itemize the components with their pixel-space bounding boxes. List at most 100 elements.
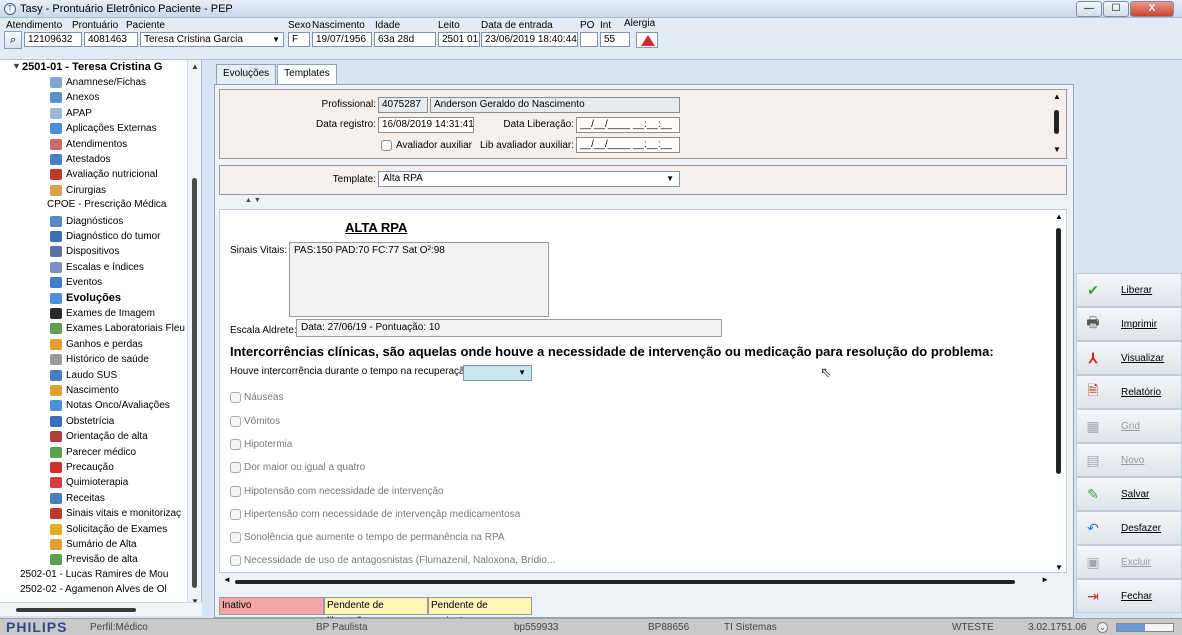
search-patient-button[interactable]: ⌕ bbox=[4, 31, 22, 49]
tree-item-11[interactable]: Diagnóstico do tumor bbox=[50, 230, 161, 243]
option-sonolencia[interactable]: Sonolência que aumente o tempo de perman… bbox=[230, 532, 505, 543]
option-hipotensao[interactable]: Hipotensão com necessidade de intervençã… bbox=[230, 486, 444, 497]
scroll-right-icon[interactable]: ► bbox=[1041, 575, 1049, 584]
option-nauseas[interactable]: Náuseas bbox=[230, 392, 283, 403]
excluir-button[interactable]: ▣ Excluir bbox=[1076, 545, 1182, 579]
lib-avaliador-field[interactable]: __/__/____ __:__:__ bbox=[576, 137, 680, 153]
option-antagonistas[interactable]: Necessidade de uso de antagosnistas (Flu… bbox=[230, 555, 555, 566]
scroll-up-icon[interactable]: ▲ bbox=[1053, 92, 1061, 101]
option-hipertensao[interactable]: Hipertensão com necessidade de intervenç… bbox=[230, 509, 520, 520]
tree-item-32[interactable]: Previsão de alta bbox=[50, 553, 138, 566]
tree-item-13[interactable]: Escalas e índices bbox=[50, 261, 144, 274]
tree-item-25[interactable]: Parecer médico bbox=[50, 446, 136, 459]
tree-item-14[interactable]: Eventos bbox=[50, 276, 102, 289]
checkbox[interactable] bbox=[230, 532, 241, 543]
tree-item-27[interactable]: Quimioterapia bbox=[50, 476, 128, 489]
document-horizontal-scrollbar[interactable]: ◄ ► bbox=[219, 575, 1067, 588]
profissional-code-field[interactable]: 4075287 bbox=[378, 97, 428, 113]
option-dor[interactable]: Dor maior ou igual a quatro bbox=[230, 462, 365, 473]
aldrete-field[interactable]: Data: 27/06/19 - Pontuação: 10 bbox=[296, 319, 722, 337]
tree-item-1[interactable]: Anamnese/Fichas bbox=[50, 76, 146, 89]
scroll-up-icon[interactable]: ▲ bbox=[1055, 212, 1063, 221]
tree-collapse-icon[interactable]: ▼ bbox=[12, 61, 21, 71]
tree-item-19[interactable]: Histórico de saúde bbox=[50, 353, 149, 366]
grid-button[interactable]: ▦ Grid bbox=[1076, 409, 1182, 443]
tree-item-5[interactable]: Atendimentos bbox=[50, 138, 127, 151]
option-hipotermia[interactable]: Hipotermia bbox=[230, 439, 292, 450]
template-select[interactable]: Alta RPA ▼ bbox=[378, 171, 680, 187]
checkbox[interactable] bbox=[230, 416, 241, 427]
scrollbar-thumb[interactable] bbox=[1056, 228, 1061, 474]
tree-item-15[interactable]: Evoluções bbox=[50, 292, 121, 305]
checkbox[interactable] bbox=[230, 486, 241, 497]
intercorrencia-select[interactable]: ▼ bbox=[463, 365, 532, 381]
tree-item-29[interactable]: Sinais vitais e monitorizaç bbox=[50, 507, 181, 520]
panel-splitter[interactable]: ▲ ▼ bbox=[219, 197, 1067, 208]
scroll-down-icon[interactable]: ▼ bbox=[1055, 563, 1063, 572]
tree-horizontal-scrollbar[interactable] bbox=[0, 602, 202, 616]
tree-item-8[interactable]: Cirurgias bbox=[50, 184, 106, 197]
scroll-left-icon[interactable]: ◄ bbox=[223, 575, 231, 584]
avaliador-auxiliar-checkbox[interactable] bbox=[381, 140, 392, 151]
tree-item-18[interactable]: Ganhos e perdas bbox=[50, 338, 143, 351]
liberar-button[interactable]: ✔ Liberar bbox=[1076, 273, 1182, 307]
tree-item-7[interactable]: Avaliação nutricional bbox=[50, 168, 158, 181]
document-vertical-scrollbar[interactable]: ▲ ▼ bbox=[1052, 210, 1066, 572]
vitals-textarea[interactable]: PAS:150 PAD:70 FC:77 Sat O²:98 bbox=[289, 242, 549, 317]
tree-item-21[interactable]: Nascimento bbox=[50, 384, 119, 397]
data-liberacao-field[interactable]: __/__/____ __:__:__ bbox=[576, 117, 680, 133]
imprimir-button[interactable]: 🖶 Imprimir bbox=[1076, 307, 1182, 341]
checkbox[interactable] bbox=[230, 462, 241, 473]
tree-item-16[interactable]: Exames de Imagem bbox=[50, 307, 155, 320]
tree-item-2[interactable]: Anexos bbox=[50, 91, 99, 104]
allergy-warning-icon[interactable] bbox=[636, 32, 658, 48]
tab-evolucoes[interactable]: Evoluções bbox=[216, 64, 277, 84]
tree-item-26[interactable]: Precaução bbox=[50, 461, 114, 474]
fechar-button[interactable]: ⇥ Fechar bbox=[1076, 579, 1182, 613]
tree-item-31[interactable]: Sumário de Alta bbox=[50, 538, 137, 551]
tree-item-23[interactable]: Obstetrícia bbox=[50, 415, 114, 428]
paciente-field[interactable]: Teresa Cristina Garcia ▼ bbox=[140, 32, 284, 47]
tree-item-3[interactable]: APAP bbox=[50, 107, 92, 120]
tree-item-10[interactable]: Diagnósticos bbox=[50, 215, 123, 228]
novo-button[interactable]: ▤ Novo bbox=[1076, 443, 1182, 477]
tree-root-patient[interactable]: 2501-01 - Teresa Cristina G bbox=[22, 61, 162, 73]
minimize-button[interactable]: — bbox=[1076, 1, 1102, 17]
tree-item-9[interactable]: CPOE - Prescrição Médica bbox=[47, 199, 166, 212]
checkbox[interactable] bbox=[230, 439, 241, 450]
scroll-up-icon[interactable]: ▲ bbox=[191, 62, 199, 71]
info-icon[interactable]: ⌄ bbox=[1097, 622, 1108, 633]
data-registro-field[interactable]: 16/08/2019 14:31:41 bbox=[378, 117, 474, 133]
tree-item-12[interactable]: Dispositivos bbox=[50, 245, 119, 258]
scrollbar-thumb[interactable] bbox=[192, 178, 197, 588]
maximize-button[interactable]: ☐ bbox=[1103, 1, 1129, 17]
prontuario-field[interactable]: 4081463 bbox=[84, 32, 138, 47]
tree-patient-1[interactable]: 2502-01 - Lucas Ramires de Mou bbox=[20, 569, 168, 582]
checkbox[interactable] bbox=[230, 555, 241, 566]
checkbox[interactable] bbox=[230, 392, 241, 403]
close-button[interactable]: X bbox=[1130, 1, 1174, 17]
tree-item-17[interactable]: Exames Laboratoriais Fleu bbox=[50, 322, 185, 335]
option-vomitos[interactable]: Vômitos bbox=[230, 416, 280, 427]
visualizar-button[interactable]: ⅄ Visualizar bbox=[1076, 341, 1182, 375]
atendimento-field[interactable]: 12109632 bbox=[24, 32, 82, 47]
relatorio-button[interactable]: 🗎 Relatório bbox=[1076, 375, 1182, 409]
tree-item-6[interactable]: Atestados bbox=[50, 153, 110, 166]
tree-item-28[interactable]: Receitas bbox=[50, 492, 105, 505]
scrollbar-thumb[interactable] bbox=[235, 580, 1015, 584]
scrollbar-thumb[interactable] bbox=[16, 608, 136, 612]
scrollbar-thumb[interactable] bbox=[1054, 110, 1059, 134]
checkbox[interactable] bbox=[230, 509, 241, 520]
salvar-button[interactable]: ✎ Salvar bbox=[1076, 477, 1182, 511]
tree-item-20[interactable]: Laudo SUS bbox=[50, 369, 117, 382]
scroll-down-icon[interactable]: ▼ bbox=[1053, 145, 1061, 154]
tree-vertical-scrollbar[interactable]: ▲ ▼ bbox=[187, 60, 201, 608]
tree-item-30[interactable]: Solicitação de Exames bbox=[50, 523, 167, 536]
tree-patient-2[interactable]: 2502-02 - Agamenon Alves de Ol bbox=[20, 584, 167, 597]
tab-templates[interactable]: Templates bbox=[277, 64, 337, 85]
tree-item-22[interactable]: Notas Onco/Avaliações bbox=[50, 399, 170, 412]
tree-item-4[interactable]: Aplicações Externas bbox=[50, 122, 157, 135]
tree-item-24[interactable]: Orientação de alta bbox=[50, 430, 148, 443]
desfazer-button[interactable]: ↶ Desfazer bbox=[1076, 511, 1182, 545]
header-scrollbar[interactable]: ▲ ▼ bbox=[1050, 92, 1064, 154]
